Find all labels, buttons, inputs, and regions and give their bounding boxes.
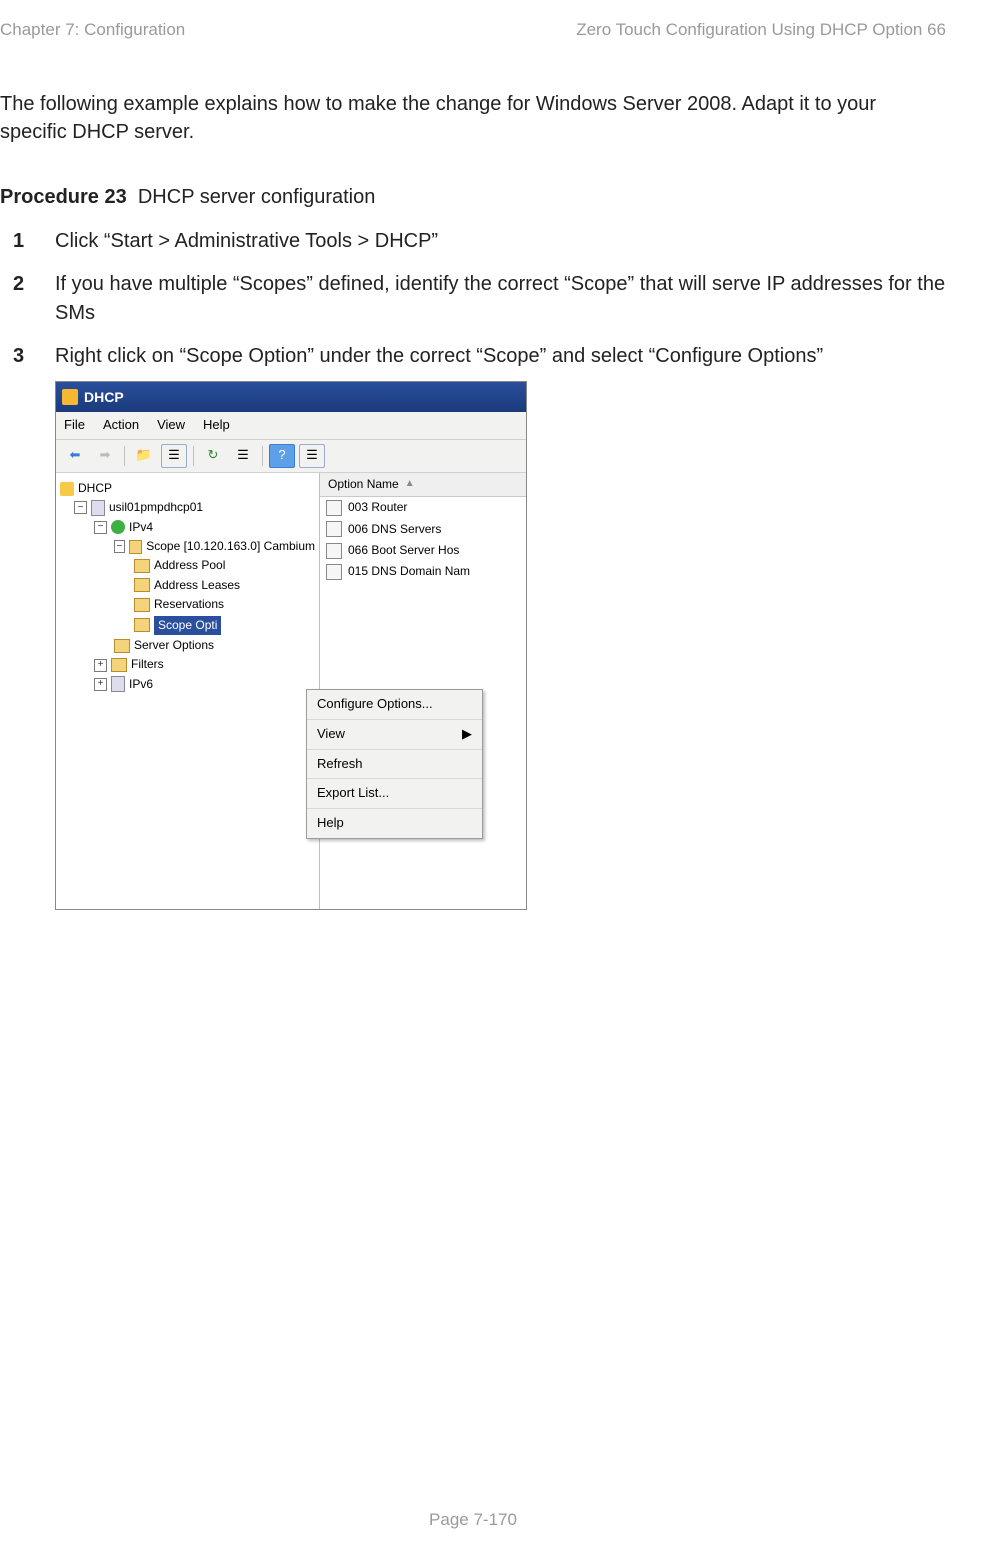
- option-icon: [326, 521, 342, 537]
- option-row[interactable]: 066 Boot Server Hos: [320, 540, 526, 561]
- folder-icon: [134, 618, 150, 632]
- window-titlebar: DHCP: [56, 382, 526, 412]
- toolbar: ⬅ ➡ 📁 ☰ ↻ ☰ ? ☰: [56, 440, 526, 473]
- expander-icon[interactable]: −: [94, 521, 107, 534]
- tree-address-pool[interactable]: Address Pool: [60, 556, 315, 575]
- back-button[interactable]: ⬅: [62, 444, 88, 468]
- header-left: Chapter 7: Configuration: [0, 20, 185, 40]
- tree-root-label: DHCP: [78, 480, 112, 497]
- window-title: DHCP: [84, 387, 124, 407]
- option-label: 006 DNS Servers: [348, 521, 441, 538]
- context-help[interactable]: Help: [307, 809, 482, 838]
- context-refresh[interactable]: Refresh: [307, 750, 482, 780]
- server-icon: [111, 676, 125, 692]
- tree-server[interactable]: − usil01pmpdhcp01: [60, 498, 315, 517]
- folder-icon: [134, 578, 150, 592]
- tree-server-options[interactable]: Server Options: [60, 636, 315, 655]
- option-icon: [326, 543, 342, 559]
- option-label: 066 Boot Server Hos: [348, 542, 459, 559]
- procedure-heading: Procedure 23 DHCP server configuration: [0, 186, 946, 209]
- option-icon: [326, 564, 342, 580]
- tree-reservations[interactable]: Reservations: [60, 595, 315, 614]
- folder-button[interactable]: 📁: [131, 444, 157, 468]
- option-row[interactable]: 003 Router: [320, 497, 526, 518]
- tree-item-label: Address Pool: [154, 557, 225, 574]
- folder-icon: [134, 559, 150, 573]
- tree-item-label-selected: Scope Opti: [154, 616, 221, 635]
- tree-scope-label: Scope [10.120.163.0] Cambium: [146, 538, 315, 555]
- expander-icon[interactable]: +: [94, 659, 107, 672]
- extra-button[interactable]: ☰: [299, 444, 325, 468]
- tree-item-label: Filters: [131, 656, 164, 673]
- menu-view[interactable]: View: [157, 416, 185, 435]
- tree-item-label: Reservations: [154, 596, 224, 613]
- dhcp-icon: [62, 389, 78, 405]
- tree-pane: DHCP − usil01pmpdhcp01 − IPv4: [56, 473, 320, 909]
- folder-icon: [111, 658, 127, 672]
- context-menu: Configure Options... View▶ Refresh Expor…: [306, 689, 483, 839]
- context-export-list[interactable]: Export List...: [307, 778, 482, 809]
- forward-button[interactable]: ➡: [92, 444, 118, 468]
- menu-help[interactable]: Help: [203, 416, 230, 435]
- tree-server-label: usil01pmpdhcp01: [109, 499, 203, 516]
- options-column-header[interactable]: Option Name ▲: [320, 473, 526, 497]
- expander-icon[interactable]: −: [114, 540, 125, 553]
- step-2-text: If you have multiple “Scopes” defined, i…: [55, 273, 945, 324]
- option-label: 003 Router: [348, 499, 407, 516]
- option-row[interactable]: 015 DNS Domain Nam: [320, 561, 526, 582]
- properties-button[interactable]: ☰: [230, 444, 256, 468]
- tree-address-leases[interactable]: Address Leases: [60, 576, 315, 595]
- folder-icon: [134, 598, 150, 612]
- tree-item-label: Server Options: [134, 637, 214, 654]
- step-3: 3Right click on “Scope Option” under the…: [55, 342, 946, 910]
- step-1-text: Click “Start > Administrative Tools > DH…: [55, 230, 438, 252]
- server-icon: [91, 500, 105, 516]
- details-button[interactable]: ☰: [161, 444, 187, 468]
- option-label: 015 DNS Domain Nam: [348, 563, 470, 580]
- tree-root[interactable]: DHCP: [60, 479, 315, 498]
- header-right: Zero Touch Configuration Using DHCP Opti…: [576, 20, 946, 40]
- column-header-text: Option Name: [328, 476, 399, 493]
- tree-scope[interactable]: − Scope [10.120.163.0] Cambium: [60, 537, 315, 556]
- tree-ipv4[interactable]: − IPv4: [60, 518, 315, 537]
- page-footer: Page 7-170: [0, 1510, 946, 1530]
- folder-icon: [129, 540, 142, 554]
- option-icon: [326, 500, 342, 516]
- status-icon: [111, 520, 125, 534]
- folder-icon: [114, 639, 130, 653]
- procedure-label: Procedure 23: [0, 186, 127, 208]
- sort-asc-icon: ▲: [405, 477, 415, 492]
- help-button[interactable]: ?: [269, 444, 295, 468]
- expander-icon[interactable]: −: [74, 501, 87, 514]
- menu-file[interactable]: File: [64, 416, 85, 435]
- tree-scope-options[interactable]: Scope Opti: [60, 615, 315, 636]
- step-2: 2If you have multiple “Scopes” defined, …: [55, 270, 946, 328]
- tree-item-label: Address Leases: [154, 577, 240, 594]
- tree-ipv6[interactable]: + IPv6: [60, 675, 315, 694]
- intro-paragraph: The following example explains how to ma…: [0, 90, 946, 146]
- chevron-right-icon: ▶: [462, 725, 472, 744]
- procedure-title-text: DHCP server configuration: [138, 186, 376, 208]
- option-row[interactable]: 006 DNS Servers: [320, 519, 526, 540]
- tree-filters[interactable]: + Filters: [60, 655, 315, 674]
- dhcp-window: DHCP File Action View Help ⬅ ➡ 📁 ☰ ↻ ☰: [55, 381, 527, 910]
- step-3-text: Right click on “Scope Option” under the …: [55, 345, 823, 367]
- tree-item-label: IPv6: [129, 676, 153, 693]
- procedure-steps: 1Click “Start > Administrative Tools > D…: [0, 227, 946, 910]
- menubar: File Action View Help: [56, 412, 526, 440]
- refresh-button[interactable]: ↻: [200, 444, 226, 468]
- context-view[interactable]: View▶: [307, 720, 482, 750]
- page-header: Chapter 7: Configuration Zero Touch Conf…: [0, 20, 946, 40]
- step-1: 1Click “Start > Administrative Tools > D…: [55, 227, 946, 256]
- expander-icon[interactable]: +: [94, 678, 107, 691]
- context-configure-options[interactable]: Configure Options...: [307, 690, 482, 720]
- shield-icon: [60, 482, 74, 496]
- menu-action[interactable]: Action: [103, 416, 139, 435]
- tree-ipv4-label: IPv4: [129, 519, 153, 536]
